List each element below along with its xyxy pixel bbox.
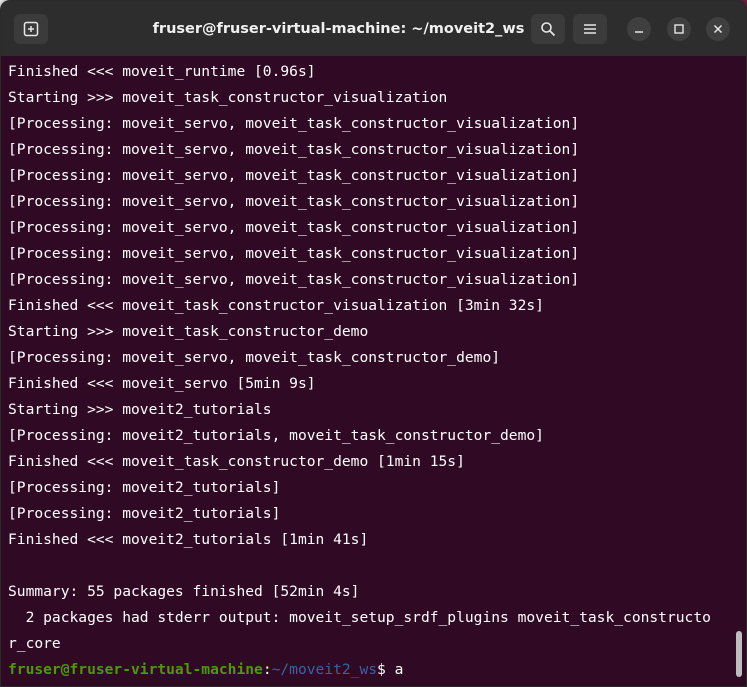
hamburger-menu-icon xyxy=(584,24,596,34)
terminal-window: fruser@fruser-virtual-machine: ~/moveit2… xyxy=(0,0,747,687)
new-tab-icon xyxy=(23,21,39,37)
terminal-line: [Processing: moveit_servo, moveit_task_c… xyxy=(8,193,580,210)
title-bar[interactable]: fruser@fruser-virtual-machine: ~/moveit2… xyxy=(1,1,746,56)
terminal-line: [Processing: moveit_servo, moveit_task_c… xyxy=(8,141,580,158)
terminal-line: Finished <<< moveit_task_constructor_dem… xyxy=(8,453,465,470)
terminal-line: [Processing: moveit2_tutorials, moveit_t… xyxy=(8,427,544,444)
window-title: fruser@fruser-virtual-machine: ~/moveit2… xyxy=(152,20,525,37)
prompt-separator: : xyxy=(262,661,272,678)
terminal-line: [Processing: moveit_servo, moveit_task_c… xyxy=(8,271,580,288)
terminal-line: [Processing: moveit_servo, moveit_task_c… xyxy=(8,245,580,262)
terminal-line: 2 packages had stderr output: moveit_set… xyxy=(8,609,711,626)
prompt-symbol: $ xyxy=(377,661,395,678)
terminal-line: [Processing: moveit2_tutorials] xyxy=(8,479,281,496)
terminal-line: Finished <<< moveit2_tutorials [1min 41s… xyxy=(8,531,369,548)
search-button[interactable] xyxy=(531,14,565,44)
terminal-line: Finished <<< moveit_servo [5min 9s] xyxy=(8,375,316,392)
search-icon xyxy=(541,22,556,37)
terminal-line: Finished <<< moveit_runtime [0.96s] xyxy=(8,63,316,80)
maximize-button[interactable] xyxy=(667,17,691,41)
terminal-line: [Processing: moveit_servo, moveit_task_c… xyxy=(8,219,580,236)
minimize-icon xyxy=(635,31,643,33)
terminal-output[interactable]: Finished <<< moveit_runtime [0.96s] Star… xyxy=(1,56,746,686)
minimize-button[interactable] xyxy=(627,17,651,41)
prompt-user-host: fruser@fruser-virtual-machine xyxy=(8,661,263,678)
prompt-path: ~/moveit2_ws xyxy=(271,661,378,678)
command-input[interactable]: a xyxy=(395,661,404,678)
terminal-line: Starting >>> moveit2_tutorials xyxy=(8,401,272,418)
terminal-line: Finished <<< moveit_task_constructor_vis… xyxy=(8,297,544,314)
close-button[interactable] xyxy=(706,17,730,41)
terminal-line: Starting >>> moveit_task_constructor_dem… xyxy=(8,323,369,340)
terminal-line: Summary: 55 packages finished [52min 4s] xyxy=(8,583,360,600)
terminal-line: r_core xyxy=(8,635,61,652)
terminal-line: Starting >>> moveit_task_constructor_vis… xyxy=(8,89,448,106)
terminal-scrollbar[interactable] xyxy=(736,631,742,677)
close-icon xyxy=(713,24,723,34)
terminal-line: [Processing: moveit_servo, moveit_task_c… xyxy=(8,349,501,366)
new-tab-button[interactable] xyxy=(14,14,48,44)
terminal-line: [Processing: moveit_servo, moveit_task_c… xyxy=(8,115,580,132)
command-prompt-line[interactable]: fruser@fruser-virtual-machine:~/moveit2_… xyxy=(8,657,746,683)
terminal-line: [Processing: moveit2_tutorials] xyxy=(8,505,281,522)
maximize-icon xyxy=(674,24,684,34)
menu-button[interactable] xyxy=(573,14,607,44)
terminal-line: [Processing: moveit_servo, moveit_task_c… xyxy=(8,167,580,184)
